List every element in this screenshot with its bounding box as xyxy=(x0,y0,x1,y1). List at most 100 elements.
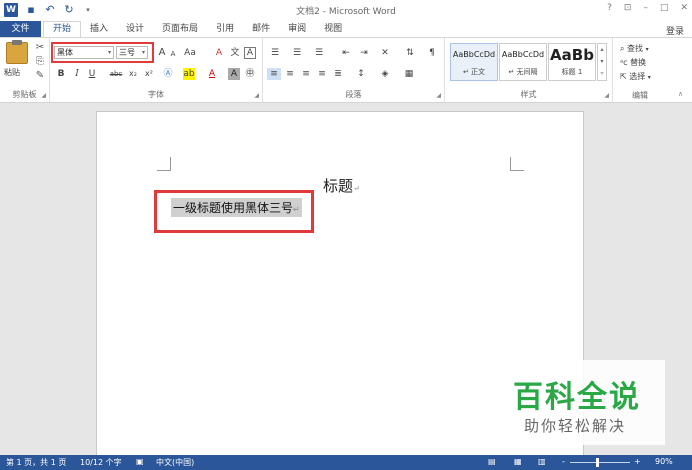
sort-icon[interactable]: ⇅ xyxy=(403,47,417,59)
ribbon: 粘贴 ✂ ⎘ ✎ 剪贴板 ◢ 黑体 ▾ 三号 ▾ A A Aa A 文 A B … xyxy=(0,37,692,103)
change-case-icon[interactable]: Aa xyxy=(182,47,198,59)
font-color-icon[interactable]: A xyxy=(206,68,218,80)
styles-group: AaBbCcDd ↵ 正文 AaBbCcDd ↵ 无间隔 AaBb 标题 1 样… xyxy=(445,38,613,102)
paste-icon[interactable] xyxy=(6,40,28,64)
font-group: 黑体 ▾ 三号 ▾ A A Aa A 文 A B I U abc x₂ x² Ⓐ… xyxy=(50,38,263,102)
bullets-icon[interactable]: ☰ xyxy=(267,47,283,59)
paragraph-launcher-icon[interactable]: ◢ xyxy=(436,92,441,99)
clipboard-launcher-icon[interactable]: ◢ xyxy=(41,92,46,99)
ribbon-display-icon[interactable]: ⊡ xyxy=(624,3,632,13)
shrink-font-icon[interactable]: A xyxy=(168,48,178,60)
styles-launcher-icon[interactable]: ◢ xyxy=(604,92,609,99)
underline-button[interactable]: U xyxy=(87,68,97,80)
tab-insert[interactable]: 插入 xyxy=(81,21,117,38)
align-left-icon[interactable]: ≡ xyxy=(267,68,281,80)
maximize-icon[interactable]: □ xyxy=(660,3,669,13)
enclose-chars-icon[interactable]: ㊥ xyxy=(244,68,256,80)
find-button[interactable]: ⌕ 查找 ▾ xyxy=(620,43,649,54)
bold-button[interactable]: B xyxy=(56,68,66,80)
strikethrough-button[interactable]: abc xyxy=(108,68,124,80)
tab-page-layout[interactable]: 页面布局 xyxy=(153,21,207,38)
numbering-icon[interactable]: ☰ xyxy=(289,47,305,59)
paragraph-mark: ↵ xyxy=(353,184,360,193)
align-right-icon[interactable]: ≡ xyxy=(299,68,313,80)
read-mode-icon[interactable]: ▤ xyxy=(488,457,496,466)
style-no-spacing[interactable]: AaBbCcDd ↵ 无间隔 xyxy=(499,43,547,81)
styles-scroll[interactable]: ▴ ▾ ▿ xyxy=(597,43,607,81)
collapse-ribbon-icon[interactable]: ∧ xyxy=(678,90,683,98)
style-sample: AaBb xyxy=(550,46,594,64)
title-bar: W ▪ ↶ ↻ ▾ 文档2 - Microsoft Word ? ⊡ – □ ✕ xyxy=(0,0,692,21)
copy-icon[interactable]: ⎘ xyxy=(34,56,46,68)
show-marks-icon[interactable]: ¶ xyxy=(426,47,438,59)
status-bar: 第 1 页，共 1 页 10/12 个字 ▣ 中文(中国) ▤ ▦ ▥ - + … xyxy=(0,455,692,470)
zoom-out-button[interactable]: - xyxy=(562,457,565,466)
paragraph-group-label: 段落 xyxy=(345,90,362,99)
watermark: 百科全说 助你轻松解决 xyxy=(503,360,665,445)
zoom-in-button[interactable]: + xyxy=(634,457,641,466)
web-layout-icon[interactable]: ▥ xyxy=(538,457,546,466)
shading-icon[interactable]: ◈ xyxy=(377,68,393,80)
zoom-slider[interactable] xyxy=(570,462,630,463)
increase-indent-icon[interactable]: ⇥ xyxy=(357,47,371,59)
format-painter-icon[interactable]: ✎ xyxy=(34,70,46,82)
tab-home[interactable]: 开始 xyxy=(43,21,82,38)
grow-font-icon[interactable]: A xyxy=(157,47,167,59)
style-heading-1[interactable]: AaBb 标题 1 xyxy=(548,43,596,81)
proofing-icon[interactable]: ▣ xyxy=(136,457,144,466)
subscript-button[interactable]: x₂ xyxy=(126,68,140,80)
tab-references[interactable]: 引用 xyxy=(207,21,243,38)
line-spacing-icon[interactable]: ↕ xyxy=(353,68,369,80)
font-group-label: 字体 xyxy=(148,90,164,99)
font-launcher-icon[interactable]: ◢ xyxy=(254,92,259,99)
justify-icon[interactable]: ≡ xyxy=(315,68,329,80)
paragraph-group: ☰ ☰ ☰ ⇤ ⇥ ✕ ⇅ ¶ ≡ ≡ ≡ ≡ ≣ ↕ ◈ ▦ 段落 ◢ xyxy=(263,38,445,102)
watermark-sub-text: 助你轻松解决 xyxy=(524,417,627,435)
decrease-indent-icon[interactable]: ⇤ xyxy=(339,47,353,59)
editing-group-label: 编辑 xyxy=(632,91,648,100)
paste-label[interactable]: 粘贴 xyxy=(4,67,20,78)
language-indicator[interactable]: 中文(中国) xyxy=(156,457,194,468)
superscript-button[interactable]: x² xyxy=(142,68,156,80)
text-effects-icon[interactable]: Ⓐ xyxy=(162,68,174,80)
tab-mailings[interactable]: 邮件 xyxy=(243,21,279,38)
italic-button[interactable]: I xyxy=(72,68,82,80)
style-sample: AaBbCcDd xyxy=(452,50,496,59)
font-highlight-box xyxy=(51,42,154,63)
tab-file[interactable]: 文件 xyxy=(0,21,41,38)
tab-review[interactable]: 审阅 xyxy=(279,21,315,38)
distribute-icon[interactable]: ≣ xyxy=(331,68,345,80)
replace-button[interactable]: ᵃc 替换 xyxy=(620,57,646,68)
zoom-slider-thumb[interactable] xyxy=(596,458,599,467)
help-icon[interactable]: ? xyxy=(607,3,612,13)
style-name: 标题 1 xyxy=(561,68,583,76)
login-link[interactable]: 登录 xyxy=(666,24,684,37)
borders-icon[interactable]: ▦ xyxy=(401,68,417,80)
align-center-icon[interactable]: ≡ xyxy=(283,68,297,80)
close-icon[interactable]: ✕ xyxy=(680,3,688,13)
document-title-text[interactable]: 标题↵ xyxy=(323,175,360,196)
crop-mark-right xyxy=(510,157,524,171)
char-border-icon[interactable]: A xyxy=(244,47,256,59)
char-shading-icon[interactable]: A xyxy=(228,68,240,80)
clear-format-icon[interactable]: A xyxy=(213,47,225,59)
print-layout-icon[interactable]: ▦ xyxy=(514,457,522,466)
style-sample: AaBbCcDd xyxy=(501,50,545,59)
page-count[interactable]: 第 1 页，共 1 页 xyxy=(6,457,66,468)
phonetic-guide-icon[interactable]: 文 xyxy=(229,47,241,59)
clipboard-group: 粘贴 ✂ ⎘ ✎ 剪贴板 ◢ xyxy=(0,38,50,102)
highlight-icon[interactable]: ab xyxy=(183,68,195,80)
style-normal[interactable]: AaBbCcDd ↵ 正文 xyxy=(450,43,498,81)
word-count[interactable]: 10/12 个字 xyxy=(80,457,122,468)
minimize-icon[interactable]: – xyxy=(643,3,648,13)
chinese-layout-icon[interactable]: ✕ xyxy=(377,47,393,59)
watermark-main-text: 百科全说 xyxy=(513,380,641,415)
ribbon-tab-row: 文件 开始 插入 设计 页面布局 引用 邮件 审阅 视图 登录 xyxy=(0,21,692,38)
tab-design[interactable]: 设计 xyxy=(117,21,153,38)
tab-view[interactable]: 视图 xyxy=(315,21,351,38)
cut-icon[interactable]: ✂ xyxy=(34,42,46,54)
multilevel-list-icon[interactable]: ☰ xyxy=(311,47,327,59)
select-button[interactable]: ⇱ 选择 ▾ xyxy=(620,71,651,82)
zoom-level[interactable]: 90% xyxy=(655,457,673,466)
select-icon: ⇱ xyxy=(620,72,627,81)
